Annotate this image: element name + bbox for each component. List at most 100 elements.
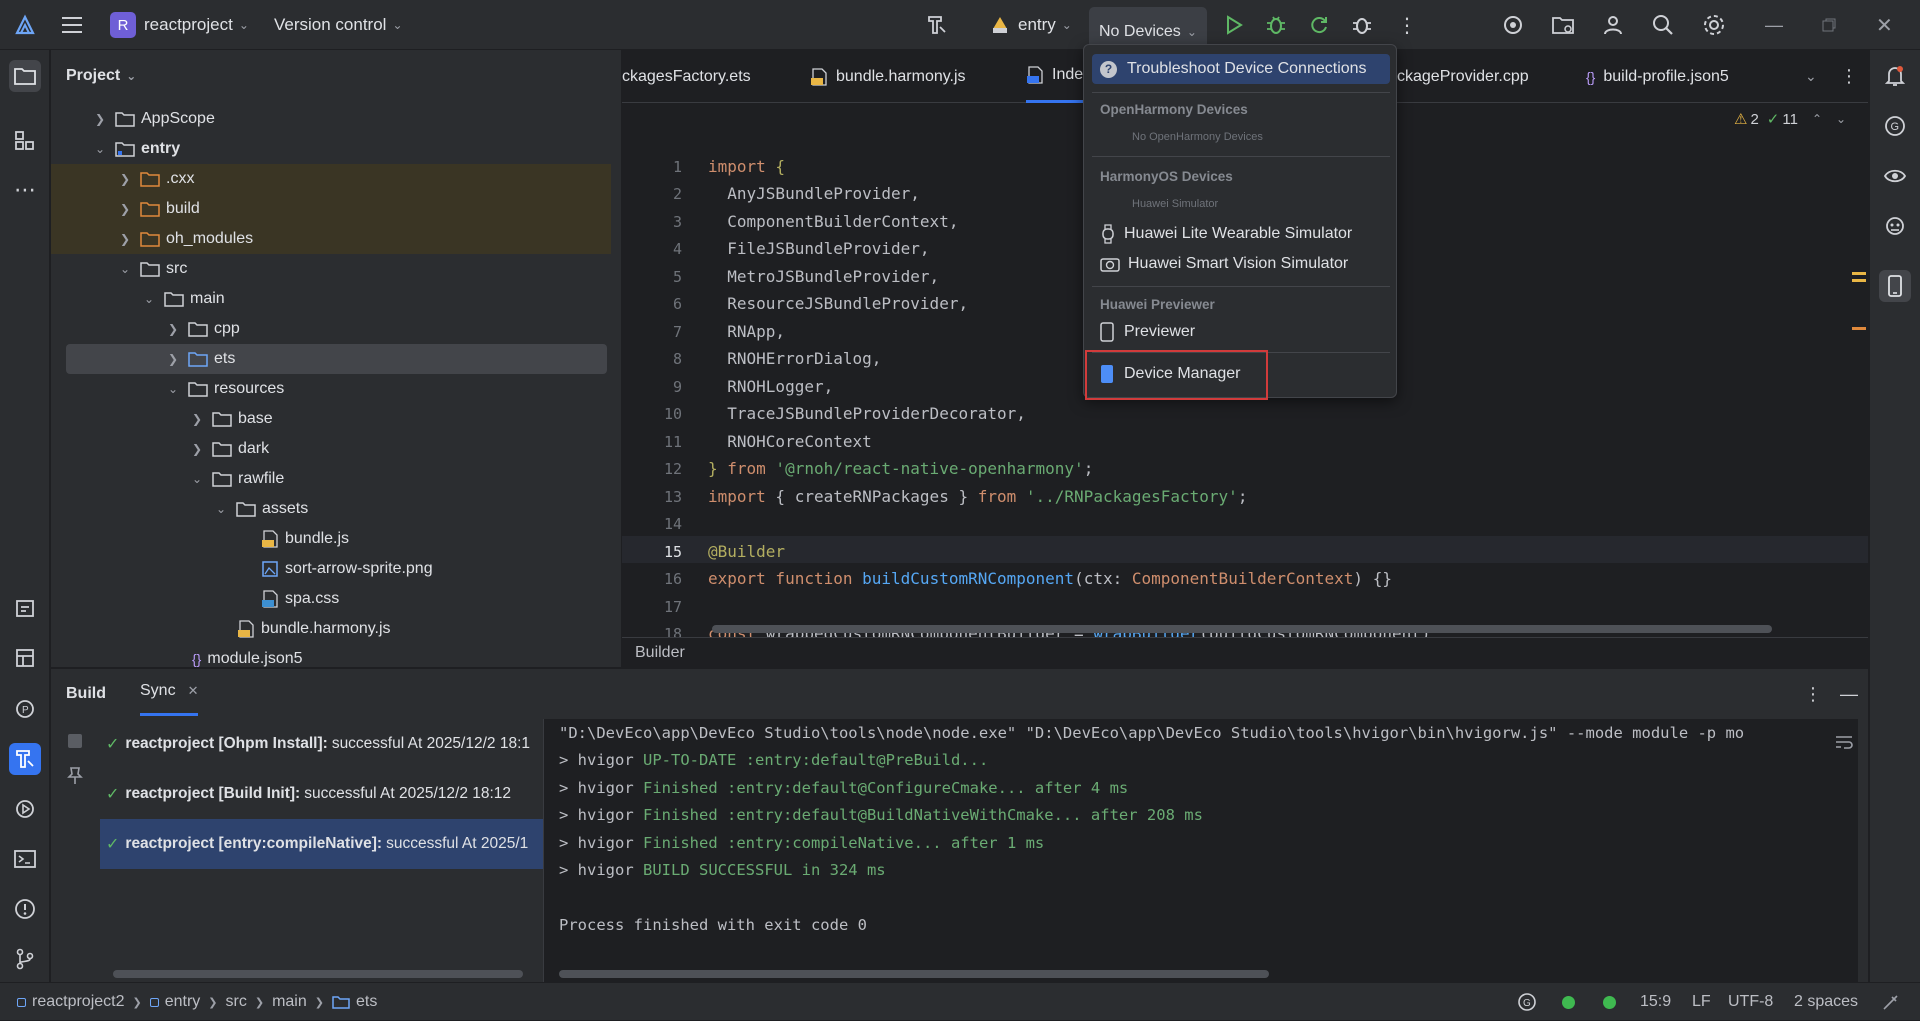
tab-build-profile[interactable]: {} build-profile.json5 [1586,50,1729,103]
more-tools-icon[interactable]: ⋯ [9,174,41,206]
folder-sync-icon[interactable] [1551,0,1575,50]
status-dot-icon[interactable] [1603,983,1616,1021]
table-icon[interactable] [9,642,41,674]
debug-icon[interactable] [1265,0,1287,50]
warning-marker[interactable] [1852,327,1866,330]
tree-item-bundle-harmony-js[interactable]: bundle.harmony.js [51,614,611,644]
account-icon[interactable] [1602,0,1624,50]
cursor-position[interactable]: 15:9 [1640,983,1671,1021]
tree-item-base[interactable]: ❯ base [51,404,611,434]
problems-icon[interactable] [9,893,41,925]
tab-sync[interactable]: Sync ✕ [140,669,199,716]
run-icon[interactable] [1224,0,1244,50]
build-list-scrollbar[interactable] [113,970,523,978]
close-icon[interactable]: ✕ [1876,0,1893,50]
indent-setting[interactable]: 2 spaces [1794,983,1858,1021]
console-hscrollbar[interactable] [559,970,1269,978]
codegenie-icon[interactable]: G [1879,110,1911,142]
main-menu-icon[interactable] [61,0,83,50]
hammer-build-icon[interactable] [925,0,949,50]
project-switcher[interactable]: R reactproject ⌄ [110,0,249,50]
tree-item-resources[interactable]: ⌄ resources [51,374,611,404]
breadcrumb-item[interactable]: ets [356,993,377,1011]
structure-icon[interactable] [9,125,41,157]
status-dot-icon[interactable] [1562,983,1575,1021]
run-tool-icon[interactable] [9,793,41,825]
tree-item-sort-arrow-sprite[interactable]: sort-arrow-sprite.png [51,554,611,584]
tree-item-dark[interactable]: ❯ dark [51,434,611,464]
pin-icon[interactable] [67,766,83,786]
stop-icon[interactable] [68,734,82,748]
breadcrumb-item[interactable]: entry [165,993,201,1011]
breadcrumb-item[interactable]: reactproject2 [32,993,125,1011]
build-item[interactable]: ✓ reactproject [Ohpm Install]: successfu… [100,719,543,769]
tree-item-cpp[interactable]: ❯ cpp [51,314,611,344]
tab-packageprovider-cpp[interactable]: ckageProvider.cpp [1397,50,1529,103]
tree-item-ets[interactable]: ❯ ets [66,344,607,374]
tab-index[interactable]: Inde [1026,50,1086,103]
editor-breadcrumb[interactable]: Builder [622,637,1868,667]
editor-hscrollbar[interactable] [712,625,1772,633]
terminal-icon[interactable] [9,843,41,875]
breadcrumb-item[interactable]: src [226,993,247,1011]
tree-item-cxx[interactable]: ❯ .cxx [51,164,611,194]
version-control-menu[interactable]: Version control ⌄ [274,0,403,50]
tabs-more-icon[interactable]: ⋮ [1840,50,1858,103]
codegenie-status-icon[interactable]: G [1517,983,1537,1021]
tab-bundle-harmony[interactable]: bundle.harmony.js [810,50,966,103]
tabs-overflow-chevron-icon[interactable]: ⌄ [1805,50,1817,103]
tree-item-bundle-js[interactable]: bundle.js [51,524,611,554]
warning-marker[interactable] [1852,272,1866,275]
tree-item-spa-css[interactable]: spa.css [51,584,611,614]
huawei-lite-wearable-simulator[interactable]: Huawei Lite Wearable Simulator [1092,219,1390,249]
tree-item-src[interactable]: ⌄ src [51,254,611,284]
settings-gear-icon[interactable] [1702,0,1726,50]
inspection-widget[interactable]: ⚠ 2 ✓ 11 ⌃ ⌄ [1734,108,1846,130]
git-branch-icon[interactable] [9,943,41,975]
troubleshoot-device-connections[interactable]: ? Troubleshoot Device Connections [1092,54,1390,84]
assistant-bot-icon[interactable] [1879,210,1911,242]
breadcrumb-item[interactable]: main [272,993,307,1011]
device-connect-icon[interactable] [1502,0,1524,50]
build-item[interactable]: ✓ reactproject [entry:compileNative]: su… [100,819,543,869]
notifications-bell-icon[interactable] [1879,60,1911,92]
profiler-icon[interactable]: P [9,693,41,725]
tree-item-rawfile[interactable]: ⌄ rawfile [51,464,611,494]
panel-options-icon[interactable]: ⋮ [1804,669,1822,719]
build-item-name: reactproject [Build Init]: [125,785,301,802]
tree-item-appscope[interactable]: ❯ AppScope [51,104,611,134]
tree-item-assets[interactable]: ⌄ assets [51,494,611,524]
project-tool-folder-icon[interactable] [9,60,41,92]
todo-icon[interactable] [9,592,41,624]
rerun-icon[interactable] [1308,0,1330,50]
line-separator[interactable]: LF [1692,983,1711,1021]
tab-build[interactable]: Build [66,669,106,719]
search-icon[interactable] [1652,0,1674,50]
preview-eye-icon[interactable] [1879,160,1911,192]
tree-item-oh-modules[interactable]: ❯ oh_modules [51,224,611,254]
soft-wrap-icon[interactable] [1834,734,1854,750]
hide-panel-icon[interactable]: — [1840,669,1858,719]
previewer-item[interactable]: Previewer [1092,317,1390,347]
file-encoding[interactable]: UTF-8 [1728,983,1773,1021]
warning-marker[interactable] [1852,279,1866,282]
project-header[interactable]: Project ⌄ [51,50,621,102]
build-console[interactable]: "D:\DevEco\app\DevEco Studio\tools\node\… [543,719,1858,983]
minimize-icon[interactable]: — [1765,0,1783,50]
tree-item-main[interactable]: ⌄ main [51,284,611,314]
more-actions-icon[interactable]: ⋮ [1397,0,1417,50]
module-square-icon [17,997,26,1007]
build-hammer-icon[interactable] [9,743,41,775]
attach-debugger-icon[interactable] [1351,0,1373,50]
device-phone-icon[interactable] [1879,270,1911,302]
close-icon[interactable]: ✕ [188,683,199,699]
build-item[interactable]: ✓ reactproject [Build Init]: successful … [100,769,543,819]
run-config-selector[interactable]: entry ⌄ [990,0,1072,50]
restore-icon[interactable] [1822,0,1836,50]
read-only-lock-icon[interactable] [1882,983,1900,1021]
tree-item-entry[interactable]: ⌄ entry [51,134,611,164]
tree-item-build[interactable]: ❯ build [51,194,611,224]
huawei-smart-vision-simulator[interactable]: Huawei Smart Vision Simulator [1092,249,1390,279]
tab-rnpackagesfactory[interactable]: ckagesFactory.ets [622,50,751,103]
status-breadcrumb[interactable]: reactproject2 ❯ entry ❯ src ❯ main ❯ ets [17,983,377,1021]
